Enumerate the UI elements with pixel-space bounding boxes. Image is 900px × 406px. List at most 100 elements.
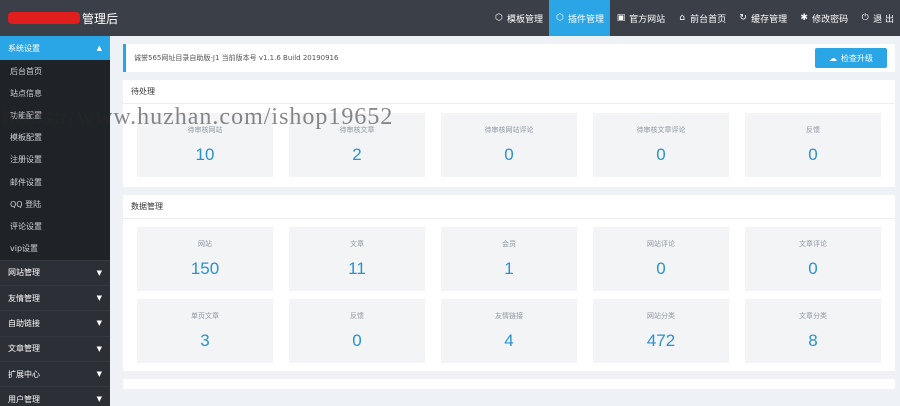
caret-down-icon: ▼ xyxy=(96,319,102,328)
sidebar-item-features[interactable]: 功能配置 xyxy=(0,104,110,126)
nav-label: 缓存管理 xyxy=(751,14,788,25)
cube-icon: ⬡ xyxy=(495,13,503,23)
version-text: 诚誉565网址目录自助版-J1 当前版本号 v1.1.6 Build 20190… xyxy=(134,54,339,62)
nav-label: 退 出 xyxy=(873,14,894,25)
sidebar-item-vip[interactable]: vip设置 xyxy=(0,238,110,260)
sidebar-group-label: 自助链接 xyxy=(8,318,40,328)
sidebar-group-friend-manage[interactable]: 友情管理 ▼ xyxy=(0,284,110,310)
nav-label: 插件管理 xyxy=(568,14,605,25)
nav-cache-manage[interactable]: ↻ 缓存管理 xyxy=(732,0,793,36)
stat-card-friend-links[interactable]: 友情链接 4 xyxy=(441,299,577,363)
pending-title: 待处理 xyxy=(123,80,895,104)
card-label: 待审核网站 xyxy=(187,126,223,134)
sidebar-group-extensions[interactable]: 扩展中心 ▼ xyxy=(0,360,110,386)
card-value: 0 xyxy=(352,331,362,350)
stat-card-pending-sites[interactable]: 待审核网站 10 xyxy=(137,113,273,177)
stat-card-pending-site-comments[interactable]: 待审核网站评论 0 xyxy=(441,113,577,177)
card-label: 网站评论 xyxy=(647,240,675,248)
card-label: 反馈 xyxy=(350,312,364,320)
card-label: 反馈 xyxy=(806,126,820,134)
sidebar-group-site-manage[interactable]: 网站管理 ▼ xyxy=(0,259,110,285)
card-value: 4 xyxy=(504,331,514,350)
nav-label: 前台首页 xyxy=(690,14,727,25)
sidebar-group-label: 网站管理 xyxy=(8,268,40,278)
home-icon: ⌂ xyxy=(679,13,685,23)
sidebar-item-dashboard[interactable]: 后台首页 xyxy=(0,60,110,82)
logo-mark xyxy=(8,12,80,24)
nav-template-manage[interactable]: ⬡ 模板管理 xyxy=(488,0,549,36)
card-value: 11 xyxy=(348,259,366,278)
nav-label: 官方网站 xyxy=(629,14,666,25)
sidebar-section-label: 系统设置 xyxy=(8,43,40,53)
sidebar-item-qq-login[interactable]: QQ 登陆 xyxy=(0,193,110,215)
stat-card-article-comments[interactable]: 文章评论 0 xyxy=(745,227,881,291)
stat-card-site-categories[interactable]: 网站分类 472 xyxy=(593,299,729,363)
stat-card-feedback-total[interactable]: 反馈 0 xyxy=(289,299,425,363)
sidebar-group-label: 友情管理 xyxy=(8,293,40,303)
caret-down-icon: ▼ xyxy=(96,395,102,404)
nav-change-password[interactable]: ✱ 修改密码 xyxy=(793,0,854,36)
card-label: 待审核网站评论 xyxy=(484,126,534,134)
nav-plugin-manage[interactable]: ⬡ 插件管理 xyxy=(549,0,611,36)
stat-card-article-categories[interactable]: 文章分类 8 xyxy=(745,299,881,363)
caret-up-icon: ▲ xyxy=(96,44,102,52)
stat-card-pending-articles[interactable]: 待审核文章 2 xyxy=(289,113,425,177)
card-value: 0 xyxy=(808,145,818,164)
card-label: 待审核文章 xyxy=(339,126,375,134)
stat-card-members[interactable]: 会员 1 xyxy=(441,227,577,291)
stats-row-2: 单页文章 3 反馈 0 友情链接 4 网站分类 472 文章分类 8 xyxy=(123,299,895,371)
top-bar: 管理后 ⬡ 模板管理 ⬡ 插件管理 ▣ 官方网站 ⌂ 前台首页 ↻ 缓存管理 ✱… xyxy=(0,0,900,36)
next-panel-edge xyxy=(123,379,895,389)
caret-down-icon: ▼ xyxy=(96,344,102,353)
sidebar-group-articles[interactable]: 文章管理 ▼ xyxy=(0,335,110,361)
sidebar-item-site-info[interactable]: 站点信息 xyxy=(0,82,110,104)
stat-card-sites[interactable]: 网站 150 xyxy=(137,227,273,291)
logo[interactable]: 管理后 xyxy=(8,0,118,36)
check-update-button[interactable]: ☁ 检查升级 xyxy=(815,48,887,68)
sidebar-section-system[interactable]: 系统设置 ▲ xyxy=(0,36,110,60)
card-label: 文章 xyxy=(350,240,364,248)
card-value: 0 xyxy=(656,259,666,278)
nav-logout[interactable]: ⏻ 退 出 xyxy=(854,0,900,36)
pending-panel: 待处理 待审核网站 10 待审核文章 2 待审核网站评论 0 待审核文章评论 0… xyxy=(123,80,895,187)
stat-card-pending-article-comments[interactable]: 待审核文章评论 0 xyxy=(593,113,729,177)
card-label: 友情链接 xyxy=(495,312,523,320)
version-notice: 诚誉565网址目录自助版-J1 当前版本号 v1.1.6 Build 20190… xyxy=(123,44,895,72)
power-icon: ⏻ xyxy=(861,13,869,23)
website-icon: ▣ xyxy=(616,13,626,23)
gear-icon: ✱ xyxy=(800,13,808,23)
stat-card-site-comments[interactable]: 网站评论 0 xyxy=(593,227,729,291)
card-value: 3 xyxy=(200,331,210,350)
sidebar-group-self-links[interactable]: 自助链接 ▼ xyxy=(0,310,110,335)
caret-down-icon: ▼ xyxy=(96,268,102,277)
top-nav: ⬡ 模板管理 ⬡ 插件管理 ▣ 官方网站 ⌂ 前台首页 ↻ 缓存管理 ✱ 修改密… xyxy=(488,0,900,36)
card-label: 会员 xyxy=(502,240,516,248)
sidebar-submenu: 后台首页 站点信息 功能配置 模板配置 注册设置 邮件设置 QQ 登陆 评论设置… xyxy=(0,60,110,260)
card-value: 2 xyxy=(352,145,362,164)
card-value: 150 xyxy=(190,259,220,278)
sidebar-item-template-config[interactable]: 模板配置 xyxy=(0,127,110,149)
nav-front-home[interactable]: ⌂ 前台首页 xyxy=(671,0,732,36)
sidebar-item-register[interactable]: 注册设置 xyxy=(0,149,110,171)
stat-card-articles[interactable]: 文章 11 xyxy=(289,227,425,291)
card-value: 0 xyxy=(656,145,666,164)
sidebar-item-mail[interactable]: 邮件设置 xyxy=(0,171,110,193)
card-label: 单页文章 xyxy=(191,312,219,320)
check-update-label: 检查升级 xyxy=(841,53,873,63)
card-value: 10 xyxy=(195,145,215,164)
stat-card-feedback[interactable]: 反馈 0 xyxy=(745,113,881,177)
card-value: 1 xyxy=(504,259,514,278)
data-management-panel: 数据管理 网站 150 文章 11 会员 1 网站评论 0 文章评论 0 单页文… xyxy=(123,195,895,371)
nav-label: 修改密码 xyxy=(812,14,849,25)
nav-official-site[interactable]: ▣ 官方网站 xyxy=(610,0,671,36)
card-label: 网站分类 xyxy=(647,312,675,320)
card-label: 待审核文章评论 xyxy=(636,126,686,134)
sidebar-item-comments[interactable]: 评论设置 xyxy=(0,215,110,237)
caret-down-icon: ▼ xyxy=(96,294,102,303)
sidebar-group-label: 用户管理 xyxy=(8,394,40,404)
sidebar-group-users[interactable]: 用户管理 ▼ xyxy=(0,386,110,406)
stat-card-single-pages[interactable]: 单页文章 3 xyxy=(137,299,273,363)
card-value: 0 xyxy=(504,145,514,164)
cloud-upload-icon: ☁ xyxy=(829,53,837,63)
card-value: 8 xyxy=(808,331,818,350)
